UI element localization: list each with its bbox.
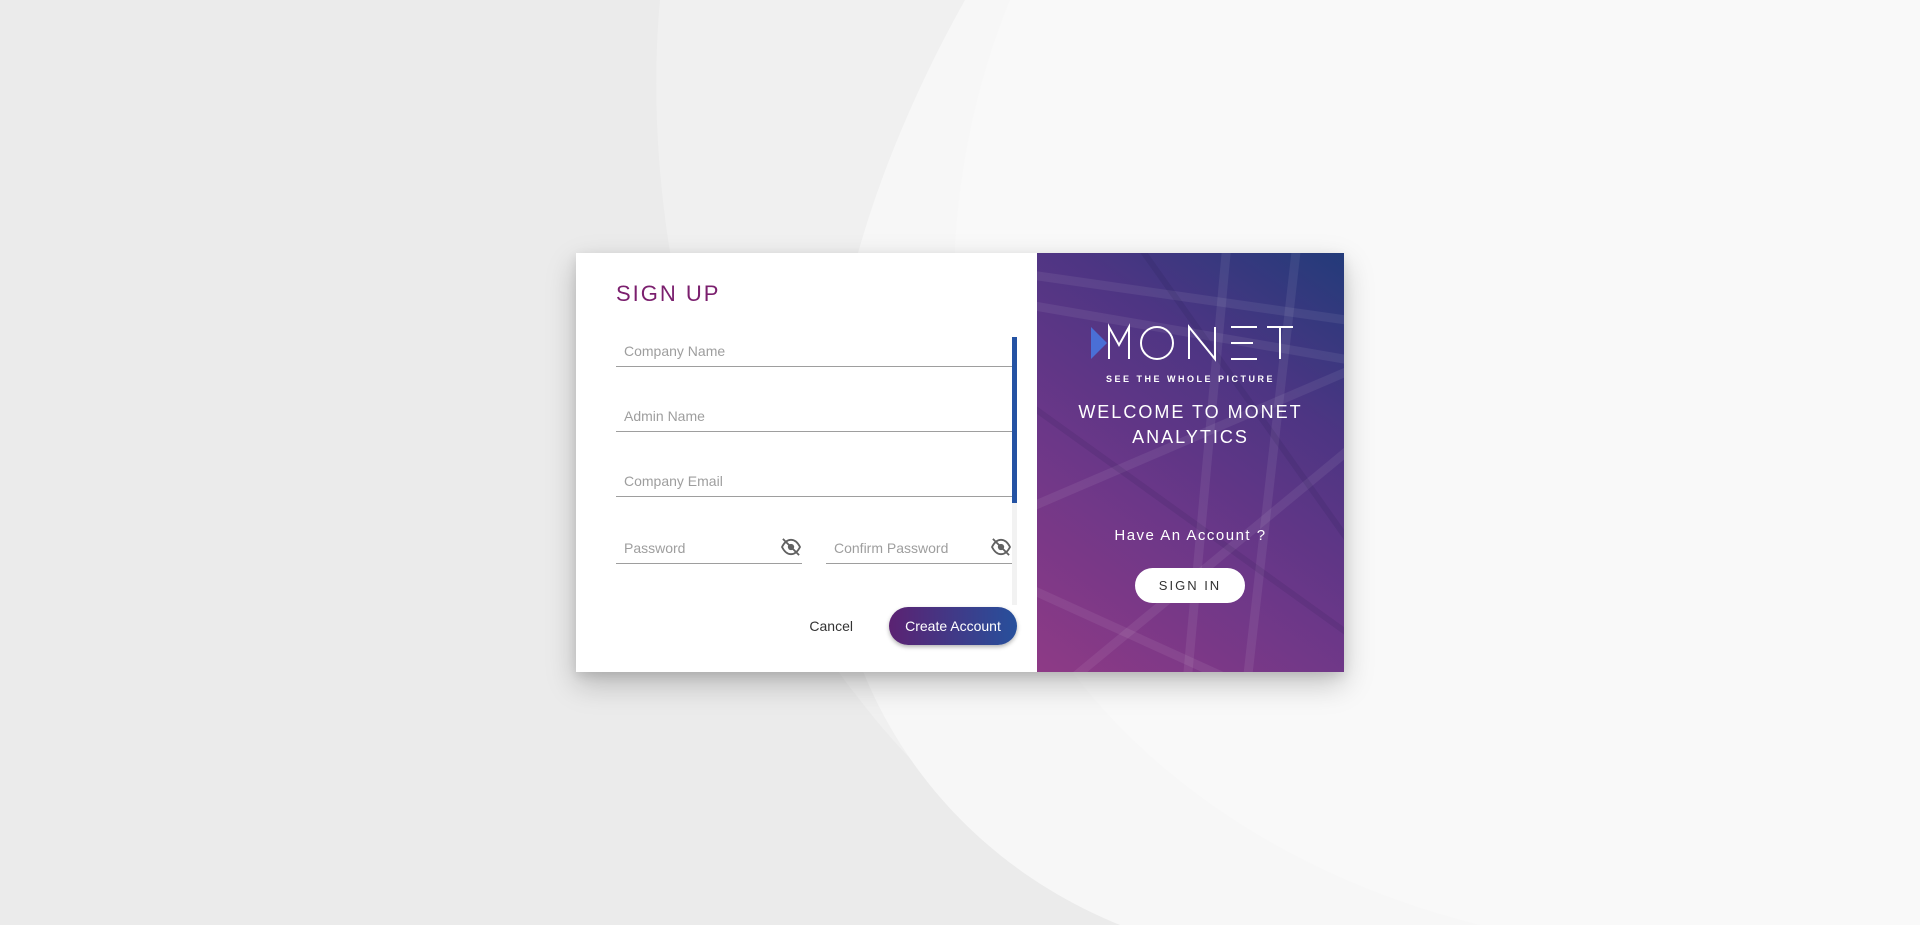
company-email-input[interactable] [616, 467, 1012, 495]
welcome-heading: WELCOME TO MONET ANALYTICS [1078, 402, 1303, 447]
signup-dialog: SIGN UP Company Name Admin Name Company … [576, 253, 1344, 672]
form-scroll-area [616, 337, 1013, 605]
confirm-password-input[interactable] [826, 534, 984, 562]
company-name-input[interactable] [616, 337, 1012, 365]
panel-background-pattern [1037, 253, 1344, 672]
create-account-button[interactable]: Create Account [889, 607, 1017, 645]
page-title: SIGN UP [616, 281, 721, 306]
company-email-field [616, 467, 1012, 497]
have-account-text: Have An Account ? [1114, 527, 1267, 544]
admin-name-input[interactable] [616, 402, 1012, 430]
admin-name-field [616, 402, 1012, 432]
form-actions: Cancel Create Account [795, 607, 1017, 645]
company-name-field [616, 337, 1012, 367]
monet-logo [1091, 323, 1293, 362]
password-field [616, 534, 802, 564]
welcome-panel: SEE THE WHOLE PICTURE WELCOME TO MONET A… [1037, 253, 1344, 672]
eye-off-icon[interactable] [780, 538, 802, 556]
cancel-button[interactable]: Cancel [795, 610, 867, 642]
brand-tagline: SEE THE WHOLE PICTURE [1105, 374, 1275, 384]
confirm-password-field [826, 534, 1012, 564]
password-input[interactable] [616, 534, 774, 562]
form-scrollbar-thumb[interactable] [1012, 337, 1017, 503]
signup-form-panel: SIGN UP Company Name Admin Name Company … [576, 253, 1037, 672]
sign-in-button[interactable]: SIGN IN [1135, 568, 1245, 603]
logo-triangle-mark [1091, 327, 1107, 359]
eye-off-icon[interactable] [990, 538, 1012, 556]
